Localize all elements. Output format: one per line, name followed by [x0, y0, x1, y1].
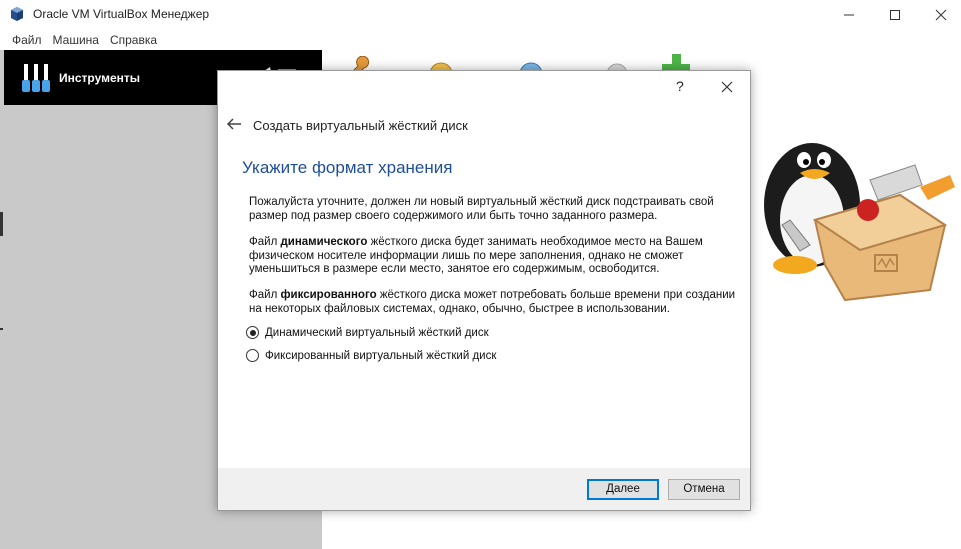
dynamic-disk-label[interactable]: Динамический виртуальный жёсткий диск — [265, 327, 489, 339]
dialog-close-button[interactable] — [716, 77, 738, 97]
dynamic-disk-option[interactable]: Динамический виртуальный жёсткий диск — [246, 326, 489, 339]
menu-bar: Файл Машина Справка — [0, 30, 961, 50]
tools-icon — [22, 64, 50, 92]
dynamic-description-paragraph: Файл динамического жёсткого диска будет … — [249, 236, 703, 275]
title-bar: Oracle VM VirtualBox Менеджер — [0, 0, 961, 30]
description-paragraph: Пожалуйста уточните, должен ли новый вир… — [249, 196, 714, 222]
virtualbox-logo-icon — [11, 7, 23, 21]
fixed-disk-option[interactable]: Фиксированный виртуальный жёсткий диск — [246, 349, 496, 362]
dialog-footer: Далее Отмена — [218, 468, 750, 510]
menu-file[interactable]: Файл — [0, 30, 49, 50]
menu-help[interactable]: Справка — [106, 30, 164, 50]
panel-edge-mark — [0, 328, 3, 330]
tools-label: Инструменты — [59, 71, 141, 85]
dynamic-disk-radio[interactable] — [246, 326, 259, 339]
close-icon — [721, 81, 733, 93]
dialog-title: Создать виртуальный жёсткий диск — [253, 118, 468, 133]
cancel-button[interactable]: Отмена — [668, 479, 740, 500]
dialog-heading: Укажите формат хранения — [242, 158, 453, 177]
maximize-button[interactable] — [872, 0, 918, 30]
help-button[interactable]: ? — [676, 78, 684, 94]
close-icon — [935, 9, 947, 21]
minimize-button[interactable] — [826, 0, 872, 30]
window-title: Oracle VM VirtualBox Менеджер — [33, 7, 210, 21]
next-button[interactable]: Далее — [587, 479, 659, 500]
panel-edge-mark — [0, 212, 3, 236]
back-arrow-icon[interactable] — [226, 117, 242, 131]
menu-machine[interactable]: Машина — [49, 30, 106, 50]
fixed-disk-radio[interactable] — [246, 349, 259, 362]
minimize-icon — [844, 14, 854, 16]
create-virtual-disk-dialog: ? Создать виртуальный жёсткий диск Укажи… — [217, 70, 751, 511]
tux-toolbox-illustration — [764, 143, 955, 302]
maximize-icon — [890, 10, 900, 20]
close-button[interactable] — [918, 0, 961, 30]
fixed-description-paragraph: Файл фиксированного жёсткого диска может… — [249, 289, 736, 315]
fixed-disk-label[interactable]: Фиксированный виртуальный жёсткий диск — [265, 350, 496, 362]
